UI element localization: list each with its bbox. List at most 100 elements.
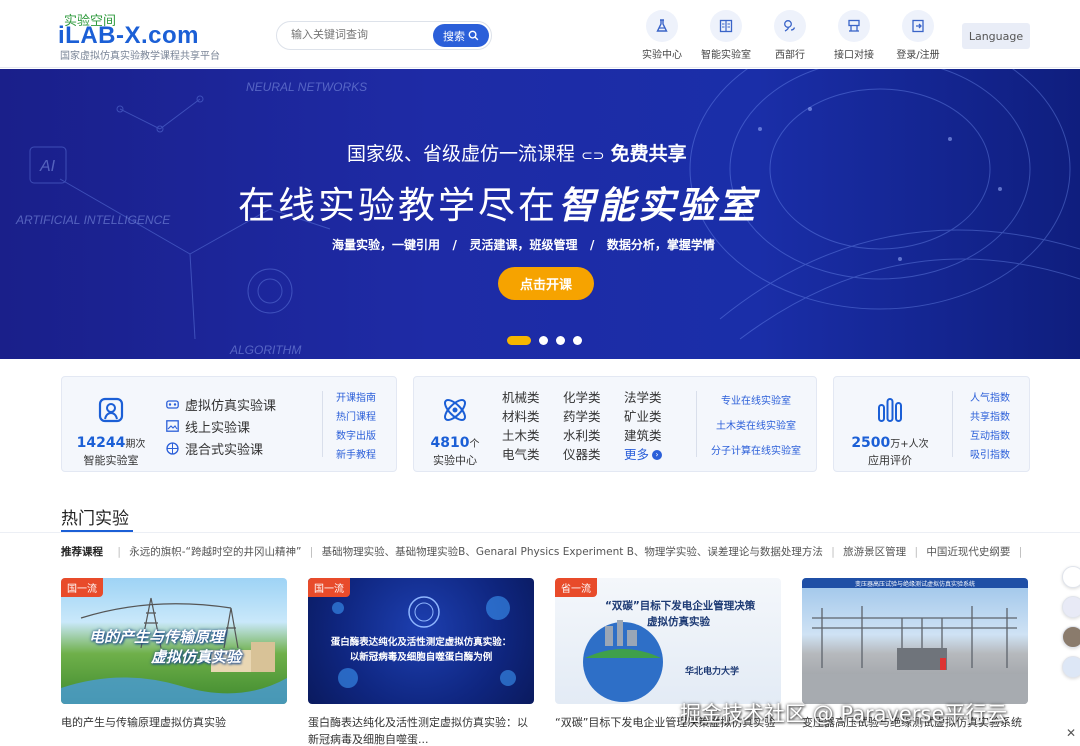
thumb-text-1: 电的产生与传输原理 (89, 628, 225, 646)
banner-line-1b: 免费共享 (610, 143, 687, 165)
course-title: 电的产生与传输原理虚拟仿真实验 (61, 716, 226, 729)
recommended-heading: 推荐课程 (61, 546, 103, 558)
link-popularity-index[interactable]: 人气指数 (970, 389, 1010, 408)
course-type-label: 混合式实验课 (185, 442, 264, 458)
nav-item-west[interactable]: 西部行 (758, 10, 822, 61)
hero-banner[interactable]: NEURAL NETWORKS ARTIFICIAL INTELLIGENCE … (0, 69, 1080, 359)
close-icon[interactable]: ✕ (1066, 726, 1076, 740)
subject-item[interactable]: 土木类 (502, 426, 563, 445)
subjects-more-link[interactable]: 更多 › (624, 445, 685, 464)
subject-item[interactable]: 药学类 (563, 407, 624, 426)
subject-item[interactable]: 机械类 (502, 388, 563, 407)
float-button-top[interactable] (1062, 566, 1080, 588)
link-digital-publish[interactable]: 数字出版 (336, 427, 376, 446)
link-sharing-index[interactable]: 共享指数 (970, 408, 1010, 427)
carousel-dot[interactable] (556, 336, 565, 345)
floating-toolbar (1062, 566, 1080, 686)
section-divider (0, 532, 1080, 533)
atom-icon (414, 393, 496, 427)
chevron-right-icon: › (652, 449, 663, 460)
language-button[interactable]: Language (962, 23, 1030, 49)
rating-links: 人气指数 共享指数 互动指数 吸引指数 (970, 389, 1010, 465)
subject-item[interactable]: 材料类 (502, 407, 563, 426)
subject-item[interactable]: 矿业类 (624, 407, 685, 426)
vr-glasses-icon (166, 398, 179, 411)
separator: | (309, 546, 314, 558)
lab-book-icon (710, 10, 742, 42)
lab-center-card: 4810个 实验中心 机械类 化学类 法学类 材料类 药学类 矿业类 土木类 水… (413, 376, 817, 472)
link-course-guide[interactable]: 开课指南 (336, 389, 376, 408)
recommended-item[interactable]: 旅游景区管理 (843, 546, 906, 558)
substation-illustration (802, 606, 1028, 704)
thumb-text-1: “双碳”目标下发电企业管理决策 (605, 600, 756, 612)
course-type-online[interactable]: 线上实验课 (166, 415, 276, 437)
stats-section: 14244期次 智能实验室 虚拟仿真实验课 线上实验课 混合式实验课 开课指南 … (0, 376, 1080, 474)
nav-item-lab-center[interactable]: 实验中心 (630, 10, 694, 61)
subject-item[interactable]: 电气类 (502, 445, 563, 464)
course-type-virtual[interactable]: 虚拟仿真实验课 (166, 393, 276, 415)
start-course-button[interactable]: 点击开课 (498, 267, 594, 300)
course-thumbnail: 变压器高压试验与绝缘测试虚拟仿真实验系统 (802, 578, 1028, 704)
float-button-service[interactable] (1062, 596, 1080, 618)
carousel-dot[interactable] (539, 336, 548, 345)
subject-item[interactable]: 化学类 (563, 388, 624, 407)
subject-item[interactable]: 建筑类 (624, 426, 685, 445)
nav-item-interface[interactable]: 接口对接 (822, 10, 886, 61)
lab-center-stat: 4810个 实验中心 (414, 393, 496, 468)
bar-chart-icon (834, 393, 946, 427)
thumb-text-2: 以新冠病毒及细胞自噬蛋白酶为例 (349, 652, 493, 663)
watermark: 掘金技术社区 @ Paraverse平行云 (680, 702, 1008, 726)
subject-item[interactable]: 水利类 (563, 426, 624, 445)
recommended-item[interactable]: 基础物理实验、基础物理实验B、Genaral Physics Experimen… (322, 546, 823, 558)
nav-label: 实验中心 (642, 50, 682, 61)
smart-lab-icon (62, 393, 160, 427)
smart-lab-number: 14244 (76, 435, 126, 451)
nav-item-login[interactable]: 登录/注册 (886, 10, 950, 61)
recommended-item[interactable]: 中国近现代史纲要 (926, 546, 1010, 558)
thumb-text-2: 虚拟仿真实验 (647, 616, 710, 628)
link-tutorial[interactable]: 新手教程 (336, 446, 376, 465)
banner-line-1: 国家级、省级虚仿一流课程 ⊂⊃ 免费共享 (347, 139, 687, 166)
course-tag: 国一流 (61, 578, 103, 597)
course-type-mixed[interactable]: 混合式实验课 (166, 437, 276, 459)
deco-text-neural: NEURAL NETWORKS (246, 80, 367, 94)
link-molecular-online-lab[interactable]: 分子计算在线实验室 (706, 439, 806, 464)
course-type-list: 虚拟仿真实验课 线上实验课 混合式实验课 (166, 393, 276, 459)
smart-lab-links: 开课指南 热门课程 数字出版 新手教程 (336, 389, 376, 465)
course-card[interactable]: 电的产生与传输原理 虚拟仿真实验 国一流 电的产生与传输原理虚拟仿真实验 (61, 578, 287, 731)
search-box: 搜索 (276, 21, 492, 50)
nav-label: 登录/注册 (896, 50, 940, 61)
smart-lab-unit: 期次 (125, 439, 146, 450)
logo-main-text: iLAB-X.com (58, 22, 200, 49)
nav-item-smart-lab[interactable]: 智能实验室 (694, 10, 758, 61)
search-button[interactable]: 搜索 (433, 24, 489, 47)
thumb-text-1: 蛋白酶表达纯化及活性测定虚拟仿真实验： (330, 637, 512, 648)
link-hot-courses[interactable]: 热门课程 (336, 408, 376, 427)
site-logo[interactable]: 实验空间 iLAB-X.com 国家虚拟仿真实验教学课程共享平台 (58, 10, 258, 62)
subject-item[interactable]: 仪器类 (563, 445, 624, 464)
banner-headline-b: 智能实验室 (558, 184, 758, 227)
link-major-online-lab[interactable]: 专业在线实验室 (706, 389, 806, 414)
rating-number: 2500 (851, 435, 891, 451)
course-card[interactable]: 蛋白酶表达纯化及活性测定虚拟仿真实验： 以新冠病毒及细胞自噬蛋白酶为例 国一流 … (308, 578, 534, 746)
float-button-chat[interactable] (1062, 656, 1080, 678)
link-attraction-index[interactable]: 吸引指数 (970, 446, 1010, 465)
search-icon (468, 30, 479, 41)
course-type-label: 线上实验课 (185, 420, 251, 436)
float-button-avatar[interactable] (1062, 626, 1080, 648)
course-thumbnail: 电的产生与传输原理 虚拟仿真实验 国一流 (61, 578, 287, 704)
link-interaction-index[interactable]: 互动指数 (970, 427, 1010, 446)
section-title-underline (61, 530, 133, 532)
carousel-dot[interactable] (573, 336, 582, 345)
subject-item[interactable]: 法学类 (624, 388, 685, 407)
link-civil-online-lab[interactable]: 土木类在线实验室 (706, 414, 806, 439)
recommended-item[interactable]: 永远的旗帜-“跨越时空的井冈山精神” (129, 546, 301, 558)
course-tag: 国一流 (308, 578, 350, 597)
search-input[interactable] (291, 28, 431, 41)
nav-label: 智能实验室 (701, 50, 751, 61)
image-icon (166, 420, 179, 433)
smart-lab-label: 智能实验室 (83, 454, 139, 467)
carousel-dot[interactable] (507, 336, 531, 345)
carousel-dots (507, 336, 582, 345)
separator: | (1018, 546, 1023, 558)
